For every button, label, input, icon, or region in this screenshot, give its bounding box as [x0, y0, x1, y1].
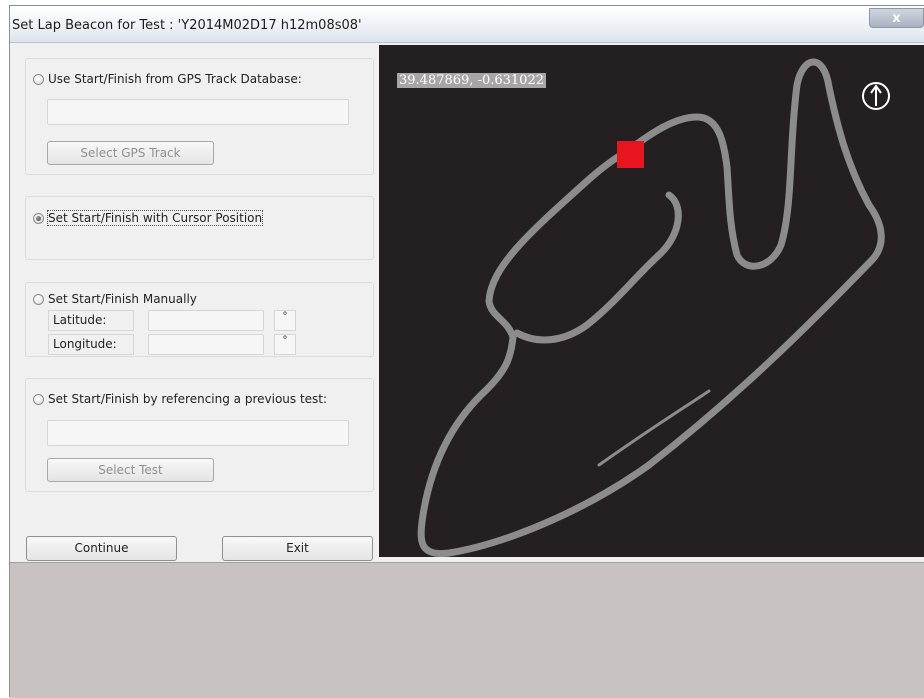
- race-track-outline: [417, 58, 885, 557]
- previous-test-field[interactable]: [47, 420, 349, 446]
- cursor-position-radio[interactable]: [33, 212, 44, 224]
- title-bar[interactable]: Set Lap Beacon for Test : 'Y2014M02D17 h…: [10, 6, 924, 43]
- north-arrow-icon: [862, 82, 890, 110]
- exit-button[interactable]: Exit: [222, 536, 373, 561]
- previous-test-group: Set Start/Finish by referencing a previo…: [25, 378, 374, 492]
- track-map-canvas: [417, 58, 890, 557]
- gps-track-field[interactable]: [47, 99, 349, 125]
- manual-option[interactable]: Set Start/Finish Manually: [33, 292, 197, 306]
- cursor-position-option[interactable]: Set Start/Finish with Cursor Position: [33, 210, 264, 226]
- manual-radio[interactable]: [33, 293, 44, 305]
- close-button[interactable]: x: [869, 8, 924, 28]
- cursor-position-label: Set Start/Finish with Cursor Position: [46, 210, 264, 226]
- start-finish-marker[interactable]: [617, 141, 644, 168]
- continue-button[interactable]: Continue: [26, 536, 177, 561]
- select-gps-track-button[interactable]: Select GPS Track: [47, 141, 214, 165]
- select-test-button[interactable]: Select Test: [47, 458, 214, 482]
- previous-test-option[interactable]: Set Start/Finish by referencing a previo…: [33, 392, 327, 406]
- latitude-field[interactable]: [148, 310, 264, 331]
- latitude-label: Latitude:: [48, 310, 134, 331]
- coordinates-readout: 39.487869, -0.631022: [397, 73, 546, 88]
- latitude-degree-unit: °: [274, 310, 296, 331]
- longitude-label: Longitude:: [48, 334, 134, 355]
- gps-database-radio[interactable]: [33, 73, 44, 85]
- cursor-position-group: Set Start/Finish with Cursor Position: [25, 196, 374, 260]
- previous-test-radio[interactable]: [33, 393, 44, 405]
- manual-label: Set Start/Finish Manually: [48, 292, 197, 306]
- manual-group: Set Start/Finish Manually Latitude: ° Lo…: [25, 282, 374, 357]
- gps-database-label: Use Start/Finish from GPS Track Database…: [48, 72, 302, 86]
- longitude-field[interactable]: [148, 334, 264, 355]
- window-title: Set Lap Beacon for Test : 'Y2014M02D17 h…: [12, 18, 362, 33]
- dialog-window: Set Lap Beacon for Test : 'Y2014M02D17 h…: [9, 5, 924, 698]
- track-map[interactable]: 39.487869, -0.631022: [379, 45, 924, 557]
- lower-panel: [10, 562, 924, 698]
- longitude-degree-unit: °: [274, 334, 296, 355]
- gps-database-option[interactable]: Use Start/Finish from GPS Track Database…: [33, 72, 302, 86]
- gps-database-group: Use Start/Finish from GPS Track Database…: [25, 58, 374, 175]
- track-inner-loop: [513, 191, 682, 344]
- previous-test-label: Set Start/Finish by referencing a previo…: [48, 392, 328, 406]
